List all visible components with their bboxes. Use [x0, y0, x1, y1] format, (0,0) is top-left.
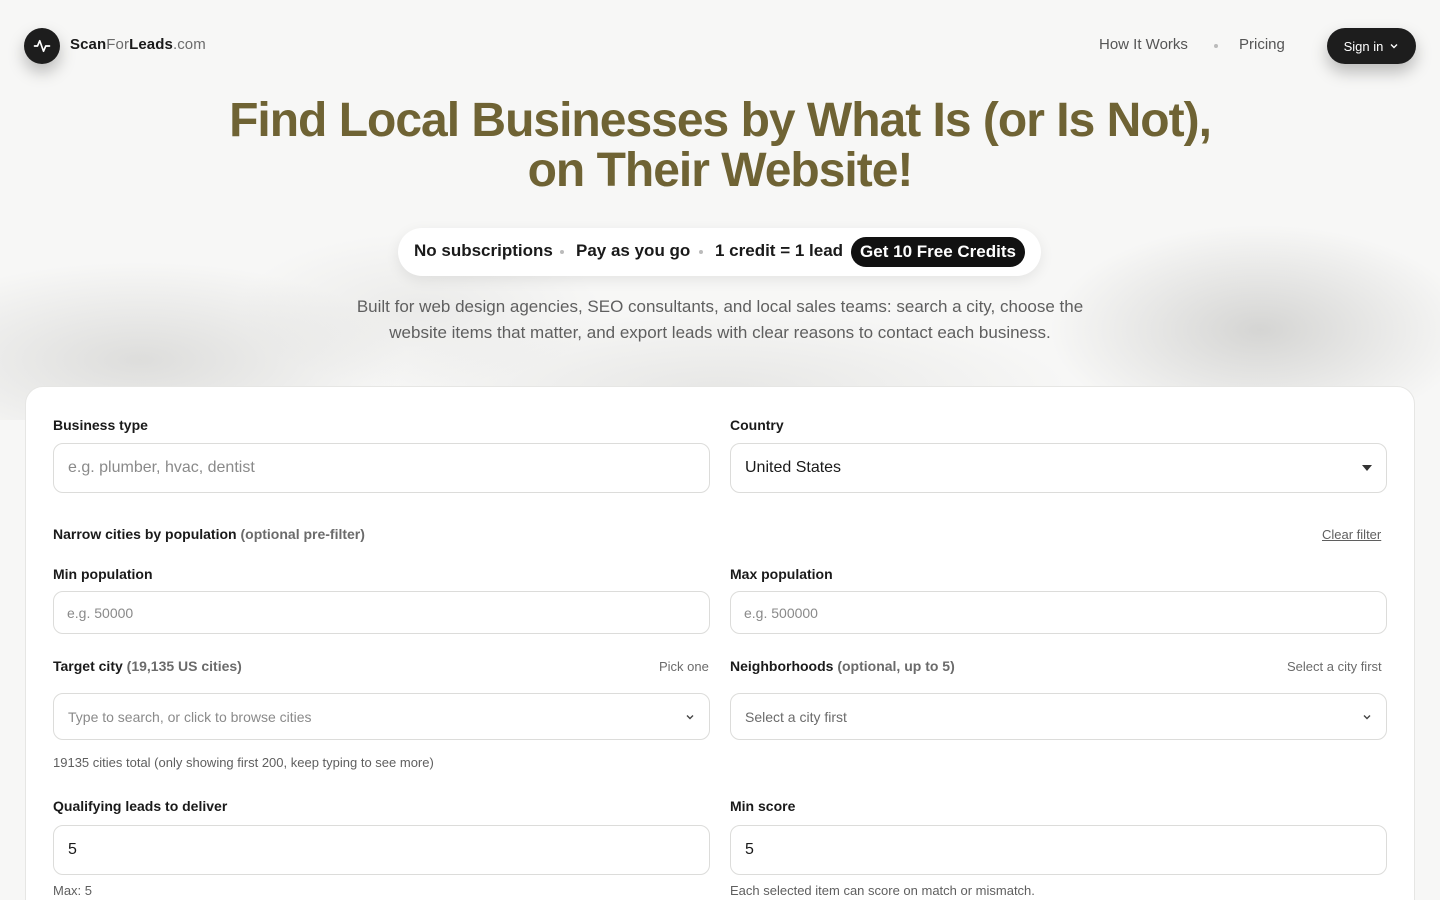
pick-one-note: Pick one	[659, 659, 709, 674]
background-cloud	[0, 160, 1440, 420]
nav-pricing[interactable]: Pricing	[1239, 36, 1285, 53]
pay-as-you-go-text: Pay as you go	[576, 241, 691, 260]
hero-title: Find Local Businesses by What Is (or Is …	[229, 94, 1212, 197]
max-population-label: Max population	[730, 566, 833, 582]
neighborhoods-label: Neighborhoods (optional, up to 5)	[730, 658, 955, 674]
target-city-combobox[interactable]: Type to search, or click to browse citie…	[53, 693, 710, 740]
pill-separator	[560, 250, 564, 254]
min-population-label: Min population	[53, 566, 153, 582]
pill-separator	[699, 250, 703, 254]
hero-subtitle: Built for web design agencies, SEO consu…	[356, 297, 1084, 342]
narrow-cities-label: Narrow cities by population (optional pr…	[53, 526, 365, 542]
neighborhoods-select[interactable]: Select a city first	[730, 693, 1387, 740]
clear-filter-link[interactable]: Clear filter	[1322, 527, 1381, 542]
chevron-down-icon	[686, 714, 694, 719]
qualifying-leads-label: Qualifying leads to deliver	[53, 798, 228, 814]
business-type-input[interactable]: e.g. plumber, hvac, dentist	[53, 443, 710, 493]
sign-in-label: Sign in	[1343, 38, 1384, 54]
free-credits-button[interactable]: Get 10 Free Credits	[851, 237, 1025, 267]
business-type-label: Business type	[53, 417, 148, 433]
nav-how-it-works[interactable]: How It Works	[1099, 36, 1188, 53]
sign-in-button[interactable]: Sign in	[1327, 28, 1416, 64]
credit-lead-text: 1 credit = 1 lead	[715, 241, 844, 260]
min-score-help: Each selected item can score on match or…	[730, 883, 1035, 898]
activity-pulse-icon	[33, 39, 51, 53]
chevron-down-icon	[1390, 44, 1398, 49]
caret-down-icon	[1362, 465, 1372, 471]
logo-button[interactable]	[24, 28, 60, 64]
brand-name[interactable]: ScanForLeads.com	[70, 36, 206, 53]
select-city-first-note: Select a city first	[1287, 659, 1382, 674]
max-population-input[interactable]: e.g. 500000	[730, 591, 1387, 634]
target-city-label: Target city (19,135 US cities)	[53, 658, 242, 674]
country-select[interactable]: United States	[730, 443, 1387, 493]
qualifying-leads-input[interactable]: 5	[53, 825, 710, 875]
no-subscriptions-text: No subscriptions	[414, 241, 553, 260]
pricing-pill: No subscriptions Pay as you go 1 credit …	[398, 228, 1041, 276]
nav-separator	[1214, 44, 1218, 48]
min-score-input[interactable]: 5	[730, 825, 1387, 875]
qualifying-leads-help: Max: 5	[53, 883, 93, 898]
header: ScanForLeads.com How It Works Pricing Si…	[0, 0, 1440, 90]
country-label: Country	[730, 417, 784, 433]
chevron-down-icon	[1363, 714, 1371, 719]
min-population-input[interactable]: e.g. 50000	[53, 591, 710, 634]
search-form-card: Business type e.g. plumber, hvac, dentis…	[25, 386, 1415, 900]
target-city-help: 19135 cities total (only showing first 2…	[53, 755, 434, 770]
min-score-label: Min score	[730, 798, 796, 814]
